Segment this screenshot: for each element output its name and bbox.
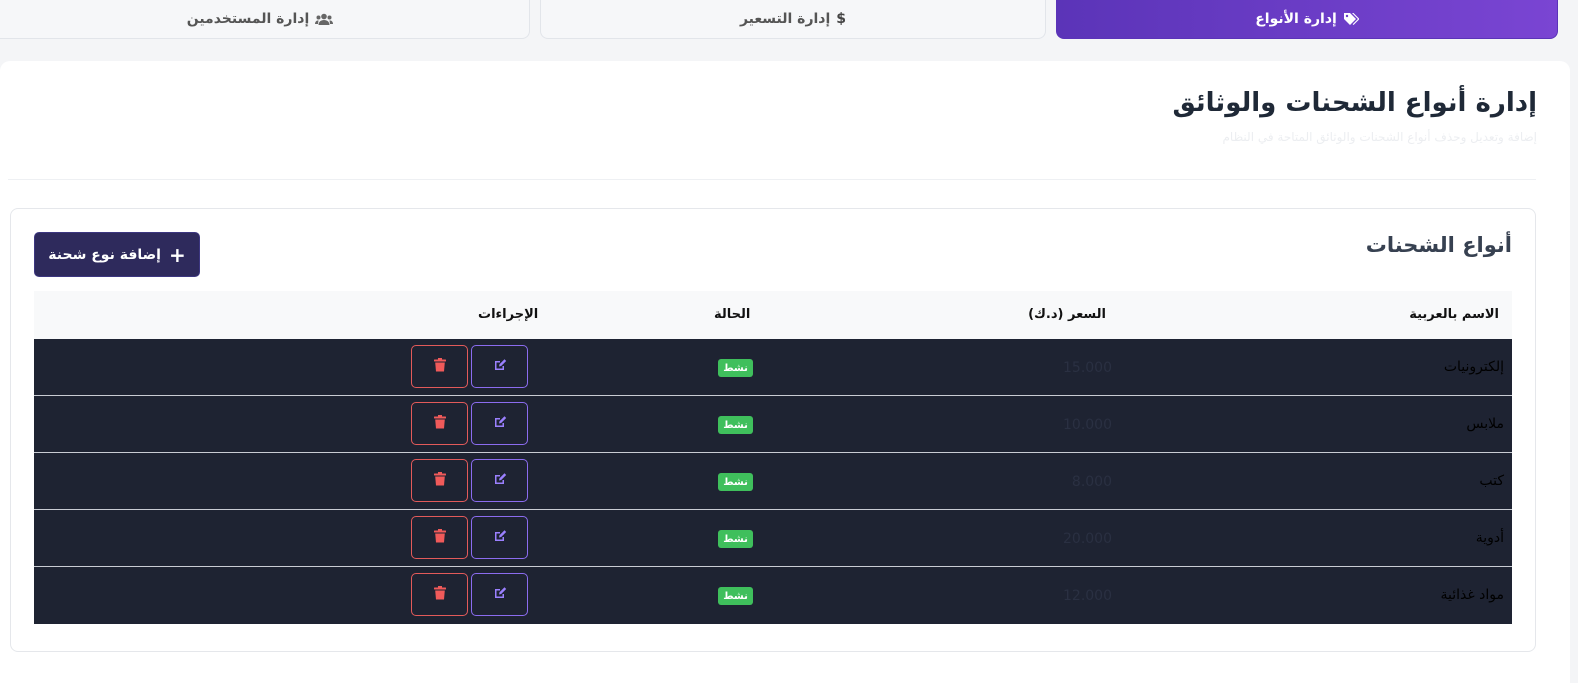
delete-button[interactable] [411, 459, 468, 502]
row-name: ملابس [1466, 416, 1504, 432]
row-price: 10.000 [1063, 417, 1112, 433]
delete-button[interactable] [411, 516, 468, 559]
shipment-types-table: الاسم بالعربية السعر (د.ك) الحالة الإجرا… [34, 291, 1512, 624]
edit-button[interactable] [471, 573, 528, 616]
delete-button[interactable] [411, 345, 468, 388]
edit-icon [493, 586, 507, 603]
delete-button[interactable] [411, 402, 468, 445]
trash-icon [433, 358, 446, 375]
delete-button[interactable] [411, 573, 468, 616]
status-badge: نشط [718, 587, 753, 605]
users-icon [315, 13, 334, 26]
divider [8, 179, 1536, 180]
table-row: إلكترونيات 15.000 نشط [34, 339, 1512, 396]
row-name: أدوية [1475, 530, 1504, 546]
row-name: كتب [1479, 473, 1504, 489]
trash-icon [433, 472, 446, 489]
card-title: أنواع الشحنات [1365, 233, 1512, 257]
table-row: ملابس 10.000 نشط [34, 396, 1512, 453]
add-shipment-type-button[interactable]: + إضافة نوع شحنة [34, 232, 200, 277]
table-row: مواد غذائية 12.000 نشط [34, 567, 1512, 624]
dollar-icon: $ [836, 11, 847, 27]
tab-types[interactable]: إدارة الأنواع [1056, 0, 1558, 39]
status-badge: نشط [718, 416, 753, 434]
row-price: 12.000 [1063, 588, 1112, 604]
table-row: أدوية 20.000 نشط [34, 510, 1512, 567]
edit-button[interactable] [471, 402, 528, 445]
plus-icon: + [168, 242, 186, 267]
status-badge: نشط [718, 359, 753, 377]
edit-button[interactable] [471, 516, 528, 559]
main-panel: إدارة أنواع الشحنات والوثائق إضافة وتعدي… [0, 61, 1570, 683]
tags-icon [1343, 12, 1359, 26]
trash-icon [433, 529, 446, 546]
edit-icon [493, 529, 507, 546]
header-price: السعر (د.ك) [1028, 307, 1106, 322]
trash-icon [433, 415, 446, 432]
edit-icon [493, 472, 507, 489]
table-row: كتب 8.000 نشط [34, 453, 1512, 510]
tab-pricing[interactable]: $ إدارة التسعير [540, 0, 1046, 39]
shipment-types-card: أنواع الشحنات + إضافة نوع شحنة الاسم بال… [10, 208, 1536, 652]
add-button-label: إضافة نوع شحنة [48, 246, 161, 263]
page-subtitle: إضافة وتعديل وحذف أنواع الشحنات والوثائق… [1222, 130, 1537, 144]
tab-users[interactable]: إدارة المستخدمين [0, 0, 530, 39]
header-status: الحالة [714, 307, 751, 322]
row-name: مواد غذائية [1440, 587, 1505, 603]
tab-types-label: إدارة الأنواع [1255, 11, 1337, 27]
tab-pricing-label: إدارة التسعير [739, 11, 831, 27]
header-name: الاسم بالعربية [1409, 307, 1499, 322]
tab-users-label: إدارة المستخدمين [186, 11, 310, 27]
tab-bar: إدارة الأنواع $ إدارة التسعير إدارة المس… [0, 0, 1578, 40]
edit-icon [493, 358, 507, 375]
row-price: 15.000 [1063, 360, 1112, 376]
row-price: 8.000 [1071, 474, 1112, 490]
table-header: الاسم بالعربية السعر (د.ك) الحالة الإجرا… [34, 291, 1512, 339]
status-badge: نشط [718, 530, 753, 548]
header-actions: الإجراءات [478, 307, 539, 322]
row-name: إلكترونيات [1443, 359, 1504, 375]
edit-button[interactable] [471, 345, 528, 388]
edit-button[interactable] [471, 459, 528, 502]
edit-icon [493, 415, 507, 432]
page-title: إدارة أنواع الشحنات والوثائق [1172, 88, 1537, 118]
row-price: 20.000 [1063, 531, 1112, 547]
trash-icon [433, 586, 446, 603]
status-badge: نشط [718, 473, 753, 491]
